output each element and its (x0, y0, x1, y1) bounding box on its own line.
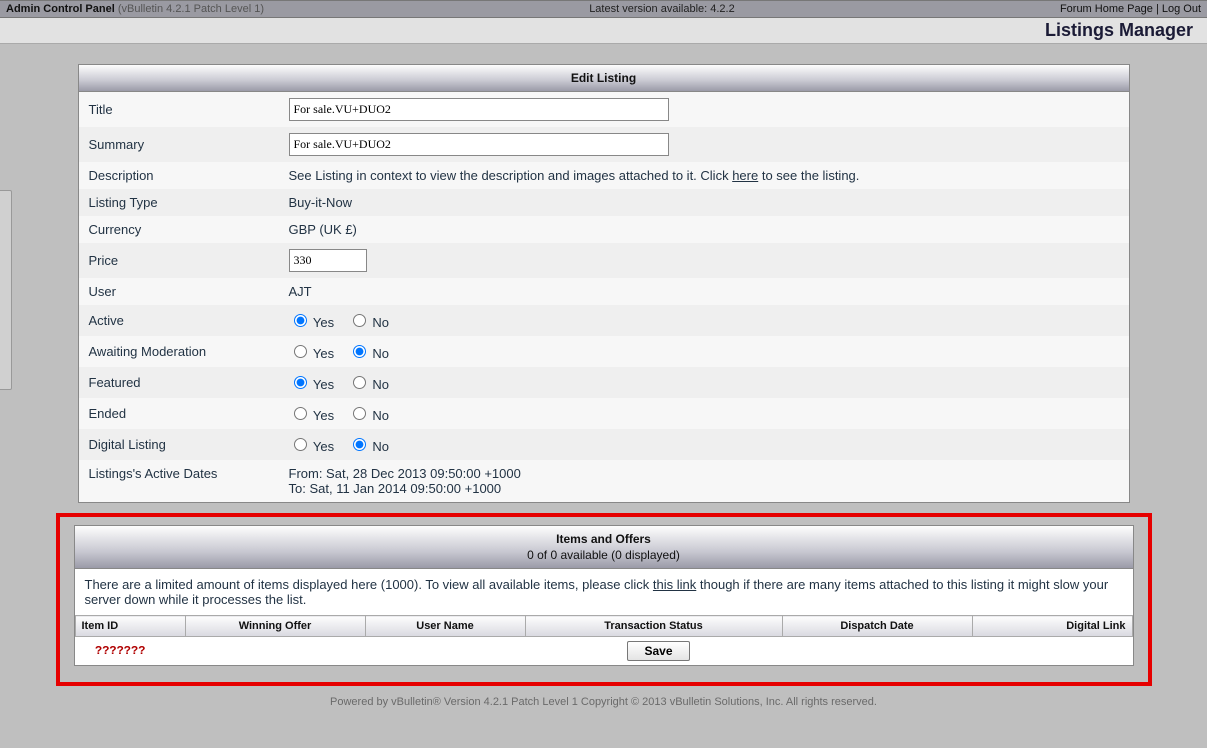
label-ended: Ended (79, 398, 279, 429)
desc-pre: See Listing in context to view the descr… (289, 168, 733, 183)
ended-no-radio[interactable] (353, 407, 366, 420)
top-title: Admin Control Panel (6, 3, 115, 15)
th-transaction-status: Transaction Status (525, 616, 782, 637)
top-latest: Latest version available: 4.2.2 (589, 3, 735, 15)
value-currency: GBP (UK £) (279, 216, 1129, 243)
label-summary: Summary (79, 127, 279, 162)
label-dates: Listings's Active Dates (79, 460, 279, 502)
forum-home-link[interactable]: Forum Home Page (1060, 3, 1153, 15)
featured-yes-radio[interactable] (294, 376, 307, 389)
value-listing-type: Buy-it-Now (279, 189, 1129, 216)
items-note: There are a limited amount of items disp… (75, 569, 1133, 615)
label-currency: Currency (79, 216, 279, 243)
section-title: Listings Manager (0, 18, 1207, 44)
label-price: Price (79, 243, 279, 278)
items-header: Items and Offers 0 of 0 available (0 dis… (75, 526, 1133, 569)
active-no-radio[interactable] (353, 314, 366, 327)
await-yes-radio[interactable] (294, 345, 307, 358)
row-qmarks: ??????? (75, 637, 185, 666)
label-active: Active (79, 305, 279, 336)
th-item-id: Item ID (75, 616, 185, 637)
items-panel: Items and Offers 0 of 0 available (0 dis… (74, 525, 1134, 666)
save-button[interactable]: Save (627, 641, 689, 661)
desc-post: to see the listing. (758, 168, 859, 183)
label-await: Awaiting Moderation (79, 336, 279, 367)
summary-input[interactable] (289, 133, 669, 156)
footer-text: Powered by vBulletin® Version 4.2.1 Patc… (0, 690, 1207, 738)
title-input[interactable] (289, 98, 669, 121)
label-user: User (79, 278, 279, 305)
active-yes-radio[interactable] (294, 314, 307, 327)
items-title: Items and Offers (75, 532, 1133, 546)
edit-listing-panel: Edit Listing Title Summary Description S… (78, 64, 1130, 503)
edit-form: Title Summary Description See Listing in… (79, 92, 1129, 502)
label-digital: Digital Listing (79, 429, 279, 460)
featured-no-radio[interactable] (353, 376, 366, 389)
items-subtitle: 0 of 0 available (0 displayed) (75, 546, 1133, 562)
desc-here-link[interactable]: here (732, 168, 758, 183)
digital-yes-radio[interactable] (294, 438, 307, 451)
top-bar: Admin Control Panel (vBulletin 4.2.1 Pat… (0, 0, 1207, 18)
highlight-box: Items and Offers 0 of 0 available (0 dis… (56, 513, 1152, 686)
th-user-name: User Name (365, 616, 525, 637)
digital-no-radio[interactable] (353, 438, 366, 451)
label-title: Title (79, 92, 279, 127)
value-user: AJT (279, 278, 1129, 305)
edit-listing-header: Edit Listing (79, 65, 1129, 92)
th-digital-link: Digital Link (972, 616, 1132, 637)
label-description: Description (79, 162, 279, 189)
top-version: (vBulletin 4.2.1 Patch Level 1) (118, 3, 264, 15)
await-no-radio[interactable] (353, 345, 366, 358)
th-winning-offer: Winning Offer (185, 616, 365, 637)
price-input[interactable] (289, 249, 367, 272)
logout-link[interactable]: Log Out (1162, 3, 1201, 15)
label-featured: Featured (79, 367, 279, 398)
side-tab-stub[interactable] (0, 190, 12, 390)
label-listing-type: Listing Type (79, 189, 279, 216)
items-this-link[interactable]: this link (653, 577, 696, 592)
ended-yes-radio[interactable] (294, 407, 307, 420)
date-to: To: Sat, 11 Jan 2014 09:50:00 +1000 (289, 481, 1119, 496)
th-dispatch-date: Dispatch Date (782, 616, 972, 637)
date-from: From: Sat, 28 Dec 2013 09:50:00 +1000 (289, 466, 1119, 481)
items-grid: Item ID Winning Offer User Name Transact… (75, 615, 1133, 665)
